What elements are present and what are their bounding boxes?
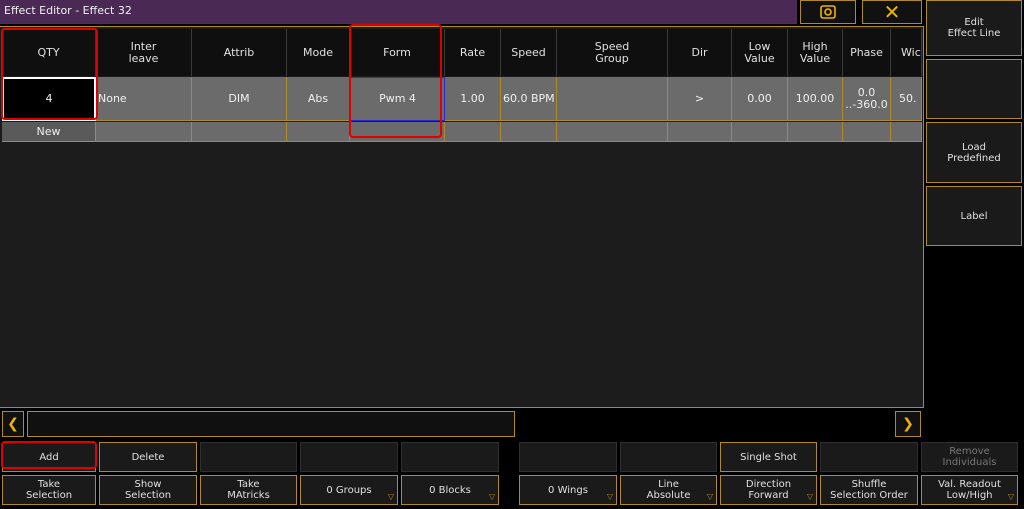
cell-qty[interactable]: 4 [2,77,96,121]
remove-individuals-button[interactable]: Remove Individuals [921,442,1018,472]
edit-effect-line-button[interactable]: Edit Effect Line [926,0,1022,56]
chevron-left-icon: ❮ [7,416,19,432]
header-qty[interactable]: QTY [2,29,96,76]
line-absolute-button[interactable]: Line Absolute ▽ [620,475,717,505]
wings-label: 0 Wings [548,484,588,496]
chevron-right-icon: ❯ [902,416,914,432]
new-row-cell[interactable] [843,122,891,142]
header-dir[interactable]: Dir [668,29,732,76]
new-row-button[interactable]: New [2,122,96,142]
wings-button[interactable]: 0 Wings ▽ [519,475,617,505]
empty-button [519,442,617,472]
header-interleave[interactable]: Inter leave [96,29,192,76]
shuffle-selection-order-button[interactable]: Shuffle Selection Order [820,475,918,505]
header-width[interactable]: Wic [891,29,922,76]
val-readout-label: Val. Readout Low/High [938,479,1001,501]
new-row-cell[interactable] [732,122,788,142]
triangle-icon: ▽ [706,492,713,501]
delete-button[interactable]: Delete [99,442,197,472]
cell-mode[interactable]: Abs [287,77,350,121]
triangle-icon: ▽ [387,492,394,501]
horizontal-scrollbar[interactable] [27,411,515,437]
empty-button [200,442,297,472]
triangle-icon: ▽ [1007,492,1014,501]
single-shot-button[interactable]: Single Shot [720,442,817,472]
side-empty-button[interactable] [926,59,1022,119]
header-form[interactable]: Form [350,29,445,76]
header-phase[interactable]: Phase [843,29,891,76]
new-row-cell[interactable] [891,122,922,142]
screen-icon [820,5,836,19]
empty-button [300,442,398,472]
new-row-cell[interactable] [192,122,287,142]
add-button[interactable]: Add [2,442,96,472]
new-row-cell[interactable] [445,122,501,142]
triangle-icon: ▽ [606,492,613,501]
empty-button [820,442,918,472]
window-title: Effect Editor - Effect 32 [4,4,132,17]
header-mode[interactable]: Mode [287,29,350,76]
header-speed-group[interactable]: Speed Group [557,29,668,76]
cell-width[interactable]: 50. [891,77,922,121]
cell-rate[interactable]: 1.00 [445,77,501,121]
groups-button[interactable]: 0 Groups ▽ [300,475,398,505]
groups-label: 0 Groups [326,484,372,496]
triangle-icon: ▽ [488,492,495,501]
cell-attrib[interactable]: DIM [192,77,287,121]
header-low-value[interactable]: Low Value [732,29,788,76]
empty-button [620,442,717,472]
new-row-cell[interactable] [557,122,668,142]
show-selection-button[interactable]: Show Selection [99,475,197,505]
title-bar: Effect Editor - Effect 32 [0,0,797,24]
header-high-value[interactable]: High Value [788,29,843,76]
close-icon: ✕ [883,0,901,24]
new-row-cell[interactable] [287,122,350,142]
cell-high-value[interactable]: 100.00 [788,77,843,121]
direction-forward-button[interactable]: Direction Forward ▽ [720,475,817,505]
new-row-cell[interactable] [350,122,445,142]
blocks-button[interactable]: 0 Blocks ▽ [401,475,499,505]
take-matricks-button[interactable]: Take MAtricks [200,475,297,505]
take-selection-button[interactable]: Take Selection [2,475,96,505]
cell-phase[interactable]: 0.0 ..-360.0 [843,77,891,121]
header-attrib[interactable]: Attrib [192,29,287,76]
cell-dir[interactable]: > [668,77,732,121]
blocks-label: 0 Blocks [429,484,471,496]
new-row-cell[interactable] [96,122,192,142]
empty-button [401,442,499,472]
label-button[interactable]: Label [926,186,1022,246]
screen-select-button[interactable] [800,0,856,24]
cell-interleave[interactable]: None [96,77,192,121]
new-row-cell[interactable] [788,122,843,142]
line-absolute-label: Line Absolute [646,479,691,501]
cell-speed-group[interactable] [557,77,668,121]
direction-forward-label: Direction Forward [745,479,792,501]
close-button[interactable]: ✕ [862,0,922,24]
new-row-cell[interactable] [668,122,732,142]
scroll-left-button[interactable]: ❮ [2,411,24,437]
cell-low-value[interactable]: 0.00 [732,77,788,121]
new-row-cell[interactable] [501,122,557,142]
scroll-right-button[interactable]: ❯ [895,411,921,437]
cell-form[interactable]: Pwm 4 [350,77,445,121]
header-speed[interactable]: Speed [501,29,557,76]
cell-speed[interactable]: 60.0 BPM [501,77,557,121]
val-readout-button[interactable]: Val. Readout Low/High ▽ [921,475,1018,505]
triangle-icon: ▽ [806,492,813,501]
load-predefined-button[interactable]: Load Predefined [926,122,1022,183]
header-rate[interactable]: Rate [445,29,501,76]
